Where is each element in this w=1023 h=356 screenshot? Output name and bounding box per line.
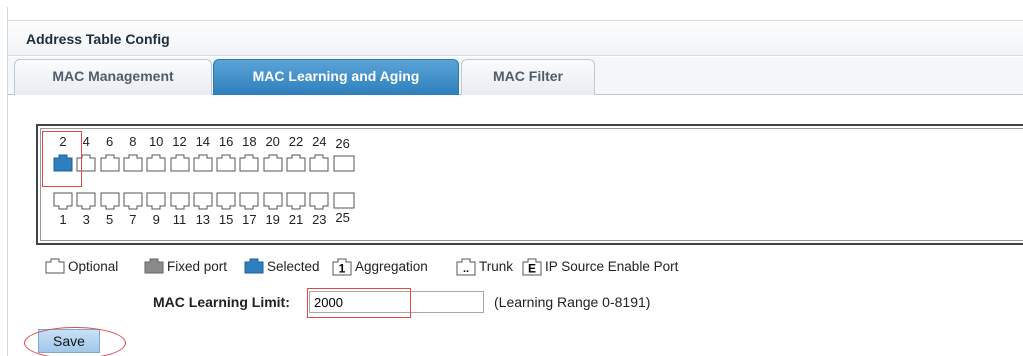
port-23[interactable] xyxy=(308,192,330,210)
selected-port-highlight xyxy=(42,131,82,187)
learning-range-hint: (Learning Range 0-8191) xyxy=(494,294,651,310)
title-bar: Address Table Config xyxy=(8,20,1023,56)
port-label-18: 18 xyxy=(242,134,257,149)
mac-learning-limit-label: MAC Learning Limit: xyxy=(153,294,290,310)
port-12[interactable] xyxy=(169,154,191,172)
port-14[interactable] xyxy=(192,154,214,172)
port-10[interactable] xyxy=(145,154,167,172)
trunk-port-icon: .. xyxy=(456,258,476,276)
port-label-1: 1 xyxy=(59,212,67,227)
page-title: Address Table Config xyxy=(26,31,170,47)
port-label-20: 20 xyxy=(265,134,280,149)
port-label-10: 10 xyxy=(148,134,164,149)
port-label-23: 23 xyxy=(312,212,327,227)
svg-text:..: .. xyxy=(463,263,469,275)
port-7[interactable] xyxy=(122,192,144,210)
port-15[interactable] xyxy=(215,192,237,210)
port-label-6: 6 xyxy=(105,134,114,149)
port-21[interactable] xyxy=(285,192,307,210)
port-label-16: 16 xyxy=(218,134,234,149)
aggregation-port-icon: 1 xyxy=(332,258,352,276)
port-26[interactable] xyxy=(333,155,355,173)
port-label-19: 19 xyxy=(265,212,280,227)
port-5[interactable] xyxy=(99,192,121,210)
fixed-port-icon xyxy=(144,258,164,274)
port-11[interactable] xyxy=(169,192,191,210)
port-label-9: 9 xyxy=(152,212,160,227)
port-25[interactable] xyxy=(333,192,355,210)
port-label-3: 3 xyxy=(82,212,90,227)
port-label-26: 26 xyxy=(335,136,350,151)
port-label-11: 11 xyxy=(172,212,187,227)
port-label-15: 15 xyxy=(218,212,234,227)
save-button[interactable]: Save xyxy=(38,329,100,353)
ip-source-port-icon: E xyxy=(522,258,542,276)
port-label-14: 14 xyxy=(195,134,211,149)
port-label-7: 7 xyxy=(129,212,137,227)
port-label-21: 21 xyxy=(288,212,304,227)
port-label-5: 5 xyxy=(105,212,114,227)
port-19[interactable] xyxy=(262,192,284,210)
port-8[interactable] xyxy=(122,154,144,172)
optional-port-icon xyxy=(45,258,65,274)
tab-mac-learning-and-aging[interactable]: MAC Learning and Aging xyxy=(213,59,459,95)
port-label-22: 22 xyxy=(288,134,304,149)
port-9[interactable] xyxy=(145,192,167,210)
port-label-13: 13 xyxy=(195,212,211,227)
port-22[interactable] xyxy=(285,154,307,172)
port-18[interactable] xyxy=(238,154,260,172)
port-1[interactable] xyxy=(52,192,74,210)
port-3[interactable] xyxy=(75,192,97,210)
tab-mac-management[interactable]: MAC Management xyxy=(14,59,212,95)
svg-text:1: 1 xyxy=(339,262,346,276)
svg-text:E: E xyxy=(528,262,536,276)
port-20[interactable] xyxy=(262,154,284,172)
port-16[interactable] xyxy=(215,154,237,172)
port-13[interactable] xyxy=(192,192,214,210)
tab-strip: MAC Management MAC Learning and Aging MA… xyxy=(8,57,1023,95)
port-label-24: 24 xyxy=(312,134,327,149)
port-label-12: 12 xyxy=(172,134,187,149)
port-label-17: 17 xyxy=(242,212,257,227)
mac-learning-limit-input[interactable] xyxy=(309,291,484,313)
port-label-25: 25 xyxy=(335,210,350,225)
tab-mac-filter[interactable]: MAC Filter xyxy=(461,59,595,95)
port-24[interactable] xyxy=(308,154,330,172)
port-6[interactable] xyxy=(99,154,121,172)
selected-port-icon xyxy=(244,258,264,274)
port-label-8: 8 xyxy=(129,134,137,149)
port-17[interactable] xyxy=(238,192,260,210)
